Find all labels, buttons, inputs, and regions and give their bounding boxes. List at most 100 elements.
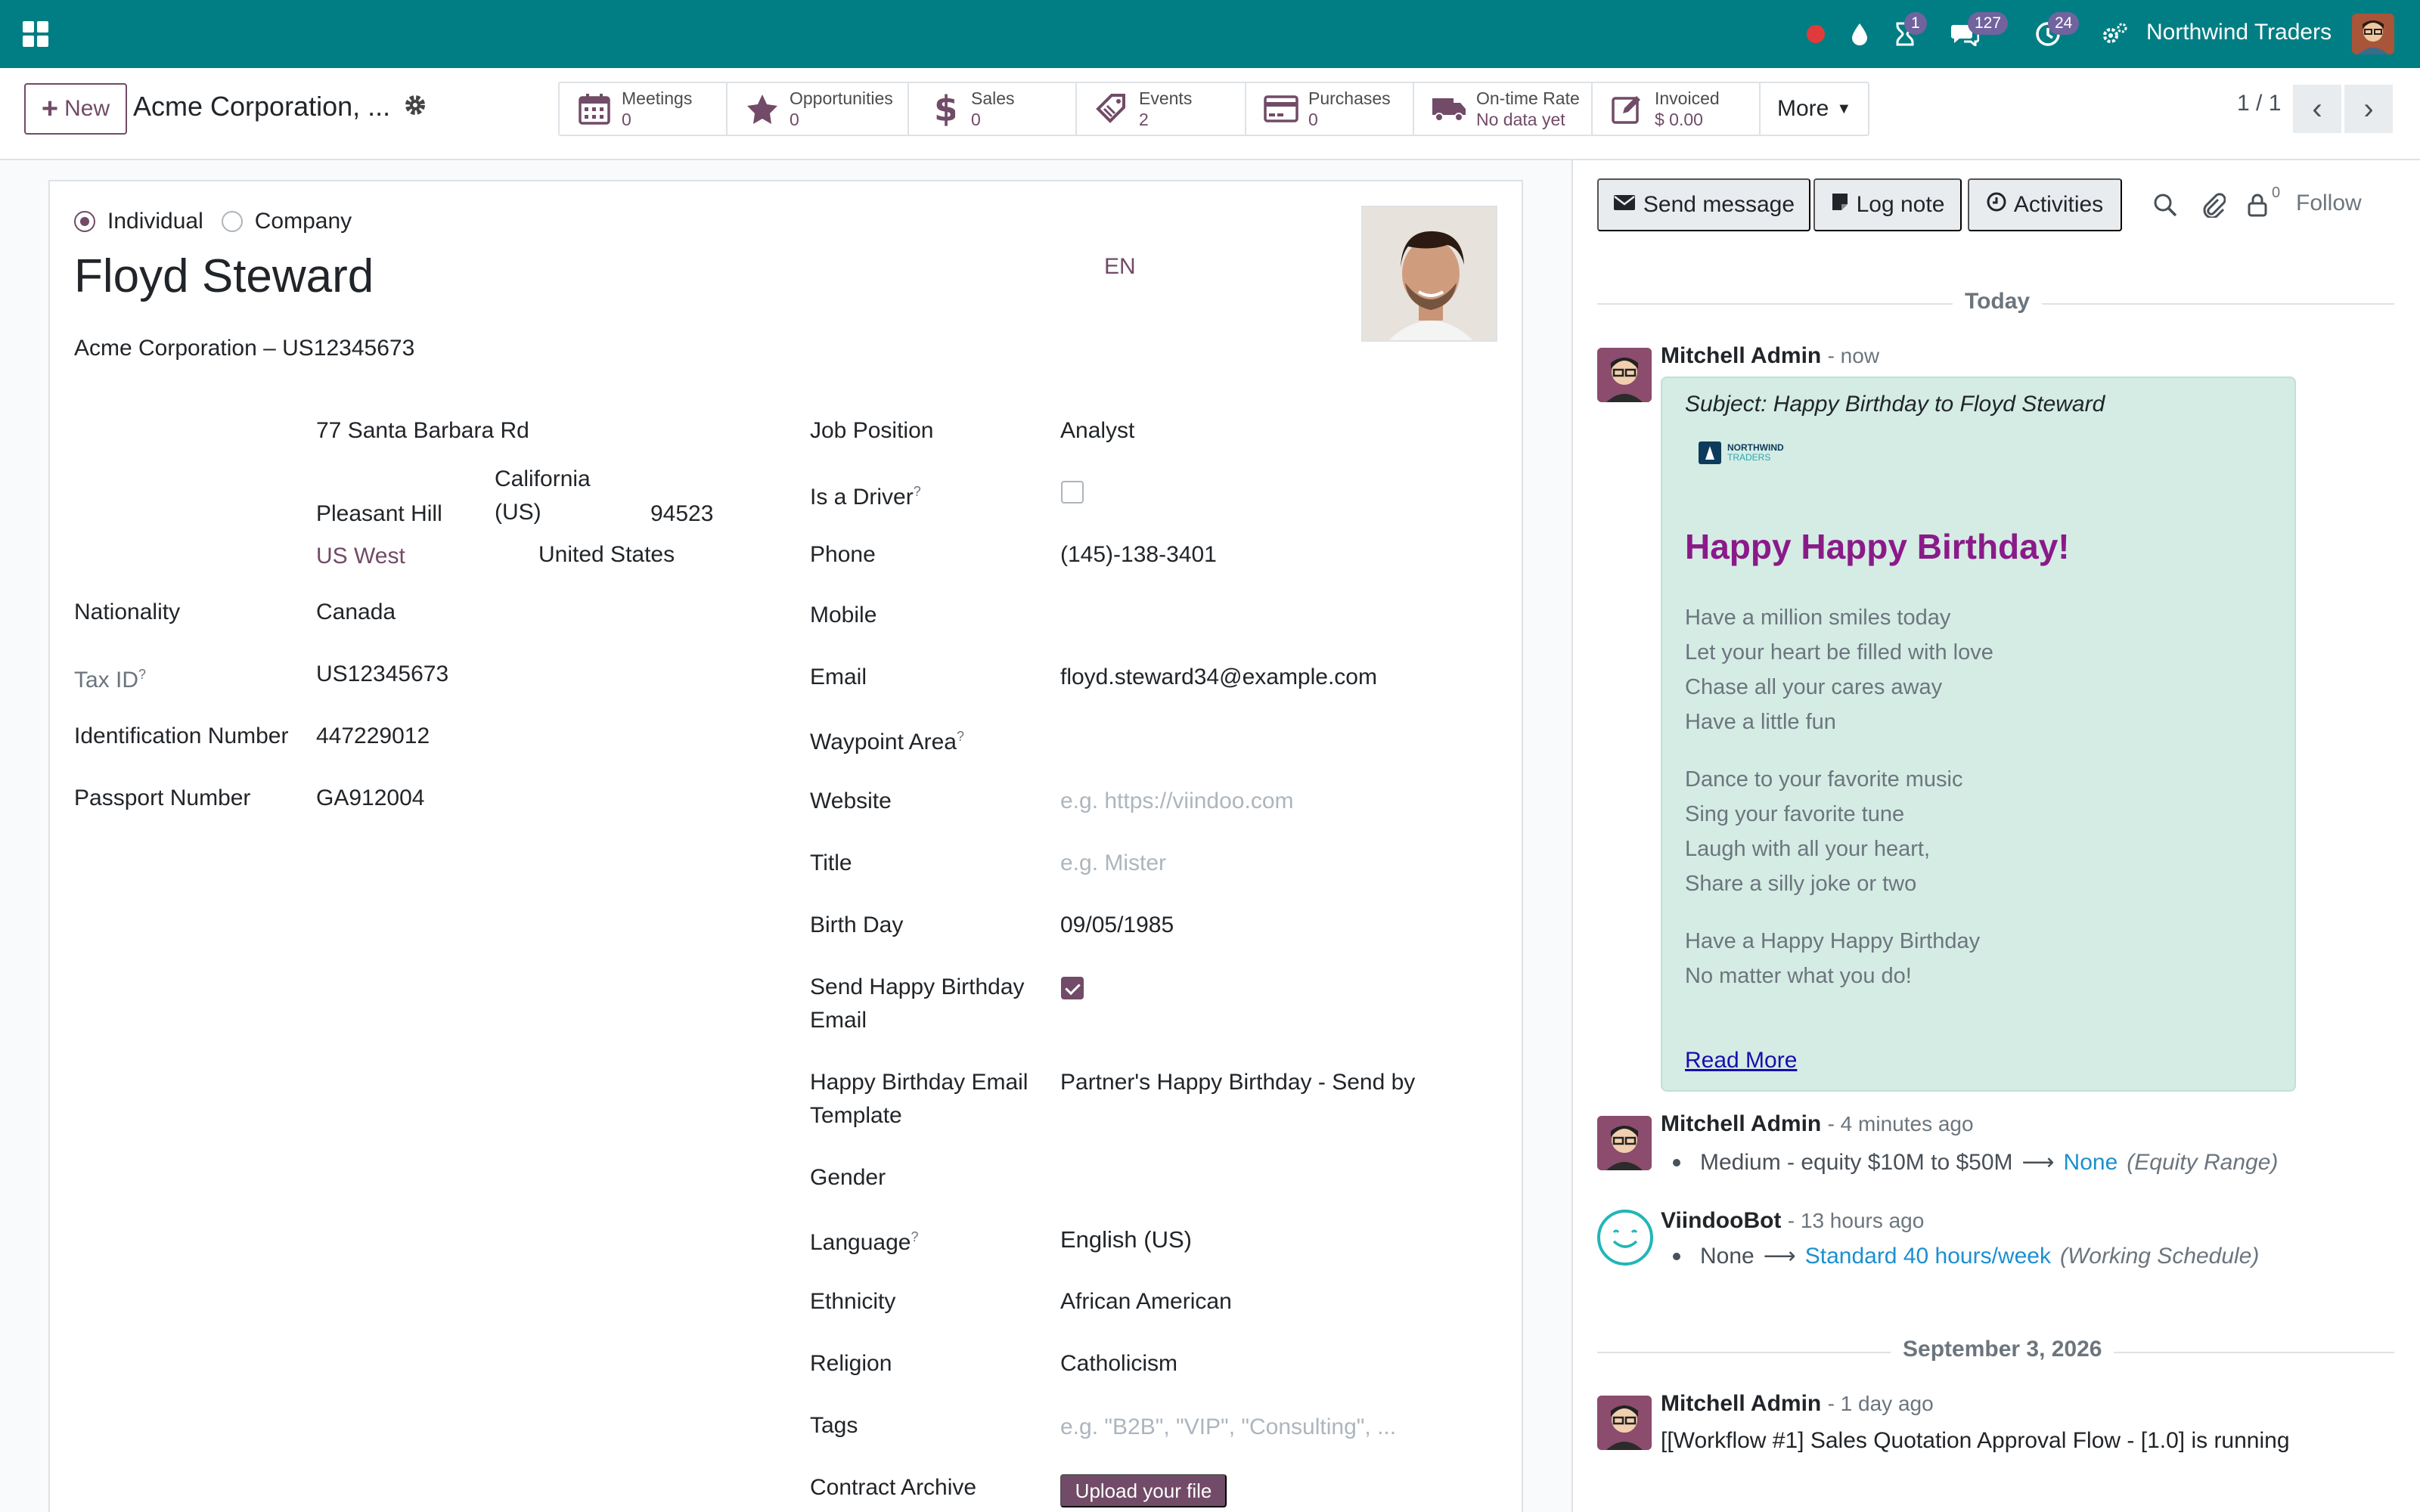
gender-field[interactable]: [1060, 1161, 1484, 1194]
nationality-label: Nationality: [74, 600, 181, 624]
follow-button[interactable]: Follow: [2296, 191, 2362, 216]
logo-line-1: NORTHWIND: [1727, 442, 1784, 453]
birth-day-field[interactable]: 09/05/1985: [1060, 909, 1174, 942]
message-author[interactable]: Mitchell Admin - 1 day ago: [1661, 1391, 1934, 1417]
poem-stanza-2: Dance to your favorite music Sing your f…: [1685, 762, 1962, 901]
zip-field[interactable]: 94523: [650, 497, 713, 531]
tags-field[interactable]: e.g. "B2B", "VIP", "Consulting", ...: [1060, 1411, 1396, 1444]
tax-id-field[interactable]: US12345673: [316, 658, 448, 691]
radio-company-label[interactable]: Company: [255, 209, 352, 234]
log-note-label: Log note: [1856, 192, 1945, 217]
date-separator-today: Today: [1953, 289, 2043, 314]
help-tooltip-icon[interactable]: ?: [911, 1229, 918, 1244]
log-note-button[interactable]: Log note: [1813, 178, 1962, 231]
drop-icon[interactable]: [1847, 21, 1872, 47]
message-author[interactable]: Mitchell Admin - now: [1661, 343, 1879, 369]
upload-file-button[interactable]: Upload your file: [1060, 1474, 1227, 1507]
pager-value[interactable]: 1 / 1: [2237, 91, 2281, 116]
partner-name-field[interactable]: Floyd Steward: [74, 249, 374, 303]
ethnicity-field[interactable]: African American: [1060, 1285, 1232, 1318]
passport-number-field[interactable]: GA912004: [316, 782, 424, 815]
record-breadcrumb-title[interactable]: Acme Corporation, ...: [133, 91, 390, 122]
region-field[interactable]: US West: [316, 540, 405, 573]
smart-button-sales[interactable]: $ Sales 0: [909, 83, 1077, 135]
settings-gears-icon[interactable]: [2101, 20, 2130, 48]
is-driver-label: Is a Driver?: [810, 475, 921, 514]
help-tooltip-icon[interactable]: ?: [957, 729, 964, 744]
poem-line: Sing your favorite tune: [1685, 802, 1905, 826]
logo-mark-icon: [1699, 442, 1721, 464]
radio-company[interactable]: [221, 211, 243, 232]
paperclip-icon[interactable]: [2199, 191, 2228, 219]
activities-button[interactable]: Activities: [1968, 178, 2122, 231]
northwind-logo: NORTHWIND TRADERS: [1699, 442, 1784, 464]
followers-lock-icon[interactable]: [2243, 191, 2272, 219]
job-position-field[interactable]: Analyst: [1060, 414, 1134, 448]
nationality-field[interactable]: Canada: [316, 596, 396, 629]
poem-line: Laugh with all your heart,: [1685, 837, 1931, 861]
pager-next-button[interactable]: ›: [2344, 85, 2393, 133]
email-field[interactable]: floyd.steward34@example.com: [1060, 661, 1377, 694]
send-message-button[interactable]: Send message: [1597, 178, 1810, 231]
smart-button-opportunities[interactable]: Opportunities 0: [728, 83, 909, 135]
smart-button-invoiced[interactable]: Invoiced $ 0.00: [1593, 83, 1761, 135]
dollar-icon: $: [926, 91, 962, 127]
gear-icon[interactable]: [404, 94, 428, 118]
follower-count: 0: [2272, 184, 2281, 201]
user-avatar[interactable]: [2352, 14, 2394, 54]
bullet-icon: [1673, 1158, 1680, 1167]
search-icon[interactable]: [2151, 191, 2180, 219]
radio-individual-label[interactable]: Individual: [107, 209, 203, 234]
language-field[interactable]: English (US): [1060, 1223, 1192, 1256]
record-dot-icon[interactable]: [1804, 23, 1827, 45]
smart-button-meetings[interactable]: Meetings 0: [560, 83, 728, 135]
language-label-text: Language: [810, 1230, 911, 1255]
pager-previous-button[interactable]: ‹: [2293, 85, 2341, 133]
smart-button-events[interactable]: Events 2: [1077, 83, 1246, 135]
new-record-button[interactable]: + New: [24, 83, 127, 135]
author-avatar[interactable]: [1597, 1116, 1652, 1170]
is-driver-checkbox[interactable]: [1061, 481, 1084, 503]
author-name: Mitchell Admin: [1661, 1391, 1822, 1416]
country-field[interactable]: United States: [538, 538, 675, 572]
author-avatar[interactable]: [1597, 1396, 1652, 1450]
smart-button-label: Invoiced: [1655, 88, 1720, 108]
radio-individual[interactable]: [74, 211, 95, 232]
app-menu-icon[interactable]: [23, 21, 48, 47]
title-field[interactable]: e.g. Mister: [1060, 847, 1166, 880]
identification-number-field[interactable]: 447229012: [316, 720, 430, 753]
phone-field[interactable]: (145)-138-3401: [1060, 538, 1217, 572]
smart-button-value: $ 0.00: [1655, 110, 1703, 129]
state-field[interactable]: California (US): [495, 463, 591, 529]
credit-card-icon: [1263, 91, 1299, 127]
help-tooltip-icon[interactable]: ?: [138, 667, 146, 682]
author-avatar[interactable]: [1597, 348, 1652, 402]
website-field[interactable]: e.g. https://viindoo.com: [1060, 785, 1294, 818]
arrow-right-icon: ⟶: [1763, 1244, 1796, 1269]
mobile-field[interactable]: [1060, 599, 1484, 632]
parent-company-field[interactable]: Acme Corporation – US12345673: [74, 336, 414, 361]
translate-language-button[interactable]: EN: [1104, 254, 1136, 280]
smart-button-value: 0: [1308, 110, 1318, 129]
waypoint-area-field[interactable]: [1060, 723, 1484, 756]
clock-counter-badge: 24: [2048, 12, 2080, 35]
birthday-heading: Happy Happy Birthday!: [1685, 527, 2070, 566]
birthday-template-field[interactable]: Partner's Happy Birthday - Send by: [1060, 1066, 1415, 1099]
more-smart-buttons-dropdown[interactable]: More ▼: [1761, 83, 1868, 135]
help-tooltip-icon[interactable]: ?: [914, 484, 921, 499]
city-field[interactable]: Pleasant Hill: [316, 497, 442, 531]
partner-photo[interactable]: [1361, 206, 1497, 342]
message-author[interactable]: Mitchell Admin - 4 minutes ago: [1661, 1111, 1974, 1137]
read-more-link[interactable]: Read More: [1685, 1048, 1797, 1074]
religion-field[interactable]: Catholicism: [1060, 1347, 1177, 1380]
company-switcher[interactable]: Northwind Traders: [2146, 20, 2332, 45]
smart-button-label: Purchases: [1308, 88, 1391, 108]
viindoobot-avatar[interactable]: [1597, 1210, 1653, 1266]
smart-button-purchases[interactable]: Purchases 0: [1246, 83, 1414, 135]
message-author[interactable]: ViindooBot - 13 hours ago: [1661, 1208, 1924, 1234]
send-birthday-email-checkbox[interactable]: [1061, 977, 1084, 999]
tags-label: Tags: [810, 1413, 858, 1438]
language-label: Language?: [810, 1220, 919, 1259]
smart-button-on-time-rate[interactable]: On-time Rate No data yet: [1414, 83, 1593, 135]
street-field[interactable]: 77 Santa Barbara Rd: [316, 414, 529, 448]
